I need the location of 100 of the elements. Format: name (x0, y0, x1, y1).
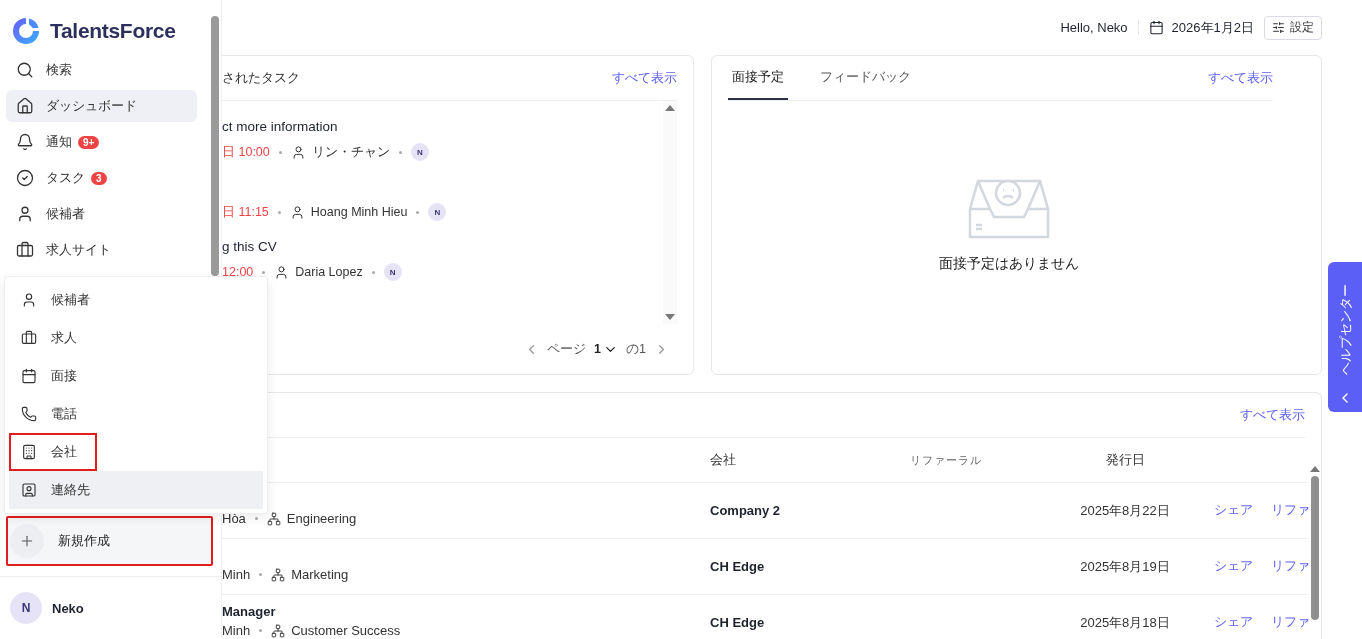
sidebar-label: ダッシュボード (46, 97, 137, 115)
column-header: リファーラル (910, 452, 983, 468)
menu-label: 会社 (51, 443, 77, 461)
company-name: CH Edge (710, 615, 766, 630)
owner-avatar: N (383, 263, 402, 281)
referral-link[interactable]: リファ (1271, 502, 1309, 519)
job-location: Minh (222, 623, 251, 638)
job-location: Hòa (222, 511, 246, 526)
owner-avatar: N (410, 143, 429, 161)
greeting: Hello, Neko (1060, 20, 1139, 35)
separator-dot (262, 270, 266, 274)
issue-date: 2025年8月19日 (1079, 557, 1171, 576)
sidebar-item[interactable]: ダッシュボード (6, 90, 197, 122)
user-name: Neko (52, 600, 84, 616)
job-title: Manager (222, 604, 276, 619)
empty-inbox-icon (967, 178, 1050, 239)
contact-card-icon (21, 482, 37, 498)
user-icon (16, 205, 34, 223)
separator-dot (259, 573, 263, 576)
job-department: Marketing (291, 567, 349, 582)
view-all-link[interactable]: すべて表示 (1208, 69, 1273, 87)
task-title: g this CV (222, 239, 277, 254)
task-time: 日 10:00 (222, 143, 270, 161)
check-circle-icon (16, 169, 34, 187)
count-badge: 9+ (78, 135, 100, 149)
tab[interactable]: 面接予定 (728, 56, 788, 100)
calendar-icon (21, 368, 37, 384)
card-title: されたタスク (222, 69, 300, 87)
separator-dot (416, 210, 420, 214)
view-all-link[interactable]: すべて表示 (1240, 406, 1305, 424)
sidebar-label: 求人サイト (46, 241, 111, 259)
user-avatar[interactable]: N (10, 592, 42, 624)
sidebar-item[interactable]: タスク 3 (6, 162, 197, 194)
org-chart-icon (271, 623, 286, 638)
person-icon (274, 264, 290, 280)
column-header: 発行日 (1104, 451, 1146, 469)
menu-label: 候補者 (51, 291, 90, 309)
sidebar-label: 検索 (46, 61, 72, 79)
create-new-button[interactable]: 新規作成 (6, 516, 213, 566)
task-title: ct more information (222, 119, 338, 134)
share-link[interactable]: シェア (1214, 614, 1253, 631)
menu-label: 面接 (51, 367, 77, 385)
briefcase-icon (21, 330, 37, 346)
person-icon (289, 204, 305, 220)
sidebar-item[interactable]: 求人サイト (6, 234, 197, 266)
search-icon (16, 61, 34, 79)
separator-dot (254, 517, 258, 520)
issue-date: 2025年8月18日 (1079, 613, 1171, 632)
separator-dot (371, 270, 375, 274)
current-date: 2026年1月2日 (1171, 18, 1254, 37)
job-department: Customer Success (291, 623, 401, 638)
calendar-icon (1148, 20, 1164, 35)
view-all-link[interactable]: すべて表示 (612, 69, 677, 87)
sidebar-label: 候補者 (46, 205, 85, 223)
page-label: ページ (547, 340, 587, 358)
share-link[interactable]: シェア (1214, 558, 1253, 575)
tab[interactable]: フィードバック (816, 56, 915, 100)
task-assignee: Hoang Minh Hieu (310, 205, 408, 219)
sidebar-item[interactable]: 候補者 (6, 198, 197, 230)
menu-item[interactable]: 会社 (9, 433, 97, 471)
help-center-tab[interactable]: ヘルプセンター (1328, 262, 1362, 412)
company-name: Company 2 (710, 503, 782, 518)
task-assignee: リン・チャン (311, 143, 390, 161)
sidebar-item[interactable]: 通知 9+ (6, 126, 197, 158)
settings-button[interactable]: 設定 (1264, 15, 1322, 40)
count-badge: 3 (91, 171, 107, 185)
page-select[interactable]: 1 (594, 341, 619, 357)
separator-dot (259, 629, 263, 632)
task-time: 12:00 (222, 265, 254, 279)
column-header: 会社 (710, 451, 737, 469)
share-link[interactable]: シェア (1214, 502, 1253, 519)
referral-link[interactable]: リファ (1271, 614, 1309, 631)
scrollbar-thumb[interactable] (1311, 476, 1319, 620)
separator-dot (398, 150, 402, 154)
issue-date: 2025年8月22日 (1079, 501, 1171, 520)
scrollbar-thumb[interactable] (211, 16, 219, 276)
sidebar-label: 通知 (46, 133, 72, 151)
job-location: Minh (222, 567, 251, 582)
referral-link[interactable]: リファ (1271, 558, 1309, 575)
sidebar-label: タスク (46, 169, 85, 187)
menu-label: 求人 (51, 329, 77, 347)
scrollbar[interactable] (663, 101, 677, 324)
page-total: の1 (626, 340, 646, 358)
person-icon (290, 144, 306, 160)
task-assignee: Daria Lopez (295, 265, 363, 279)
bell-icon (16, 133, 34, 151)
sidebar-item[interactable]: 検索 (6, 54, 197, 86)
plus-icon (19, 533, 35, 549)
separator-dot (277, 210, 281, 214)
org-chart-icon (266, 511, 281, 526)
menu-item[interactable]: 連絡先 (9, 471, 263, 509)
org-chart-icon (271, 567, 286, 582)
phone-icon (21, 406, 37, 422)
home-icon (16, 97, 34, 115)
user-icon (21, 292, 37, 308)
job-department: Engineering (286, 511, 357, 526)
building-icon (21, 444, 37, 460)
separator-dot (278, 150, 282, 154)
menu-label: 電話 (51, 405, 77, 423)
owner-avatar: N (428, 203, 447, 221)
